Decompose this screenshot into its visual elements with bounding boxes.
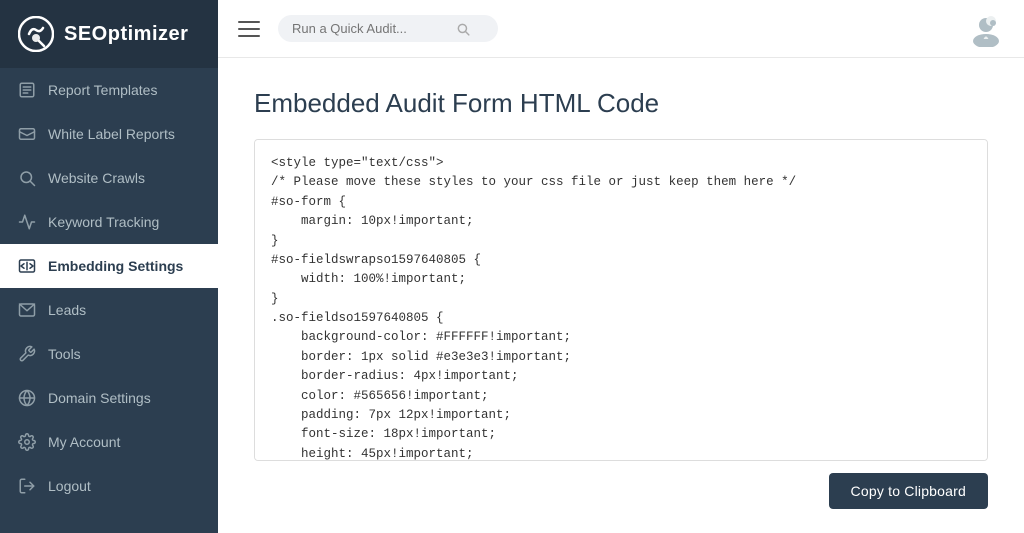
sidebar-item-label: Domain Settings xyxy=(48,390,151,406)
edit-icon xyxy=(18,213,36,231)
search-input[interactable] xyxy=(292,21,452,36)
sidebar-item-label: Keyword Tracking xyxy=(48,214,159,230)
sidebar-item-leads[interactable]: Leads xyxy=(0,288,218,332)
sidebar-item-logout[interactable]: Logout xyxy=(0,464,218,508)
copy-to-clipboard-button[interactable]: Copy to Clipboard xyxy=(829,473,988,509)
sidebar-item-white-label-reports[interactable]: White Label Reports xyxy=(0,112,218,156)
sidebar-item-keyword-tracking[interactable]: Keyword Tracking xyxy=(0,200,218,244)
mail-icon xyxy=(18,301,36,319)
header xyxy=(218,0,1024,58)
sidebar-item-embedding-settings[interactable]: Embedding Settings xyxy=(0,244,218,288)
globe-icon xyxy=(18,389,36,407)
sidebar-item-label: Leads xyxy=(48,302,86,318)
sidebar-item-domain-settings[interactable]: Domain Settings xyxy=(0,376,218,420)
main-content: Embedded Audit Form HTML Code Copy to Cl… xyxy=(218,0,1024,533)
tool-icon xyxy=(18,345,36,363)
page-title: Embedded Audit Form HTML Code xyxy=(254,88,988,119)
sidebar-item-label: Logout xyxy=(48,478,91,494)
sidebar: SEOptimizer Report Templates White Label… xyxy=(0,0,218,533)
sidebar-item-label: Embedding Settings xyxy=(48,258,183,274)
search-icon xyxy=(456,22,470,36)
sidebar-item-label: White Label Reports xyxy=(48,126,175,142)
gear-icon xyxy=(18,433,36,451)
copy-button-row: Copy to Clipboard xyxy=(254,461,988,513)
tag-icon xyxy=(18,125,36,143)
search-icon xyxy=(18,169,36,187)
sidebar-item-label: Website Crawls xyxy=(48,170,145,186)
sidebar-item-my-account[interactable]: My Account xyxy=(0,420,218,464)
sidebar-item-website-crawls[interactable]: Website Crawls xyxy=(0,156,218,200)
header-right xyxy=(968,11,1004,47)
sidebar-item-label: Report Templates xyxy=(48,82,157,98)
sidebar-item-tools[interactable]: Tools xyxy=(0,332,218,376)
hamburger-button[interactable] xyxy=(238,21,260,37)
user-avatar-icon[interactable] xyxy=(968,11,1004,47)
logout-icon xyxy=(18,477,36,495)
page-content: Embedded Audit Form HTML Code Copy to Cl… xyxy=(218,58,1024,533)
embed-icon xyxy=(18,257,36,275)
sidebar-item-label: Tools xyxy=(48,346,81,362)
file-icon xyxy=(18,81,36,99)
logo-icon xyxy=(18,16,54,52)
html-code-textarea[interactable] xyxy=(255,140,987,460)
sidebar-nav: Report Templates White Label Reports Web… xyxy=(0,68,218,533)
code-container xyxy=(254,139,988,461)
logo: SEOptimizer xyxy=(0,0,218,68)
sidebar-item-label: My Account xyxy=(48,434,120,450)
logo-text: SEOptimizer xyxy=(64,23,188,46)
search-bar[interactable] xyxy=(278,15,498,42)
sidebar-item-report-templates[interactable]: Report Templates xyxy=(0,68,218,112)
